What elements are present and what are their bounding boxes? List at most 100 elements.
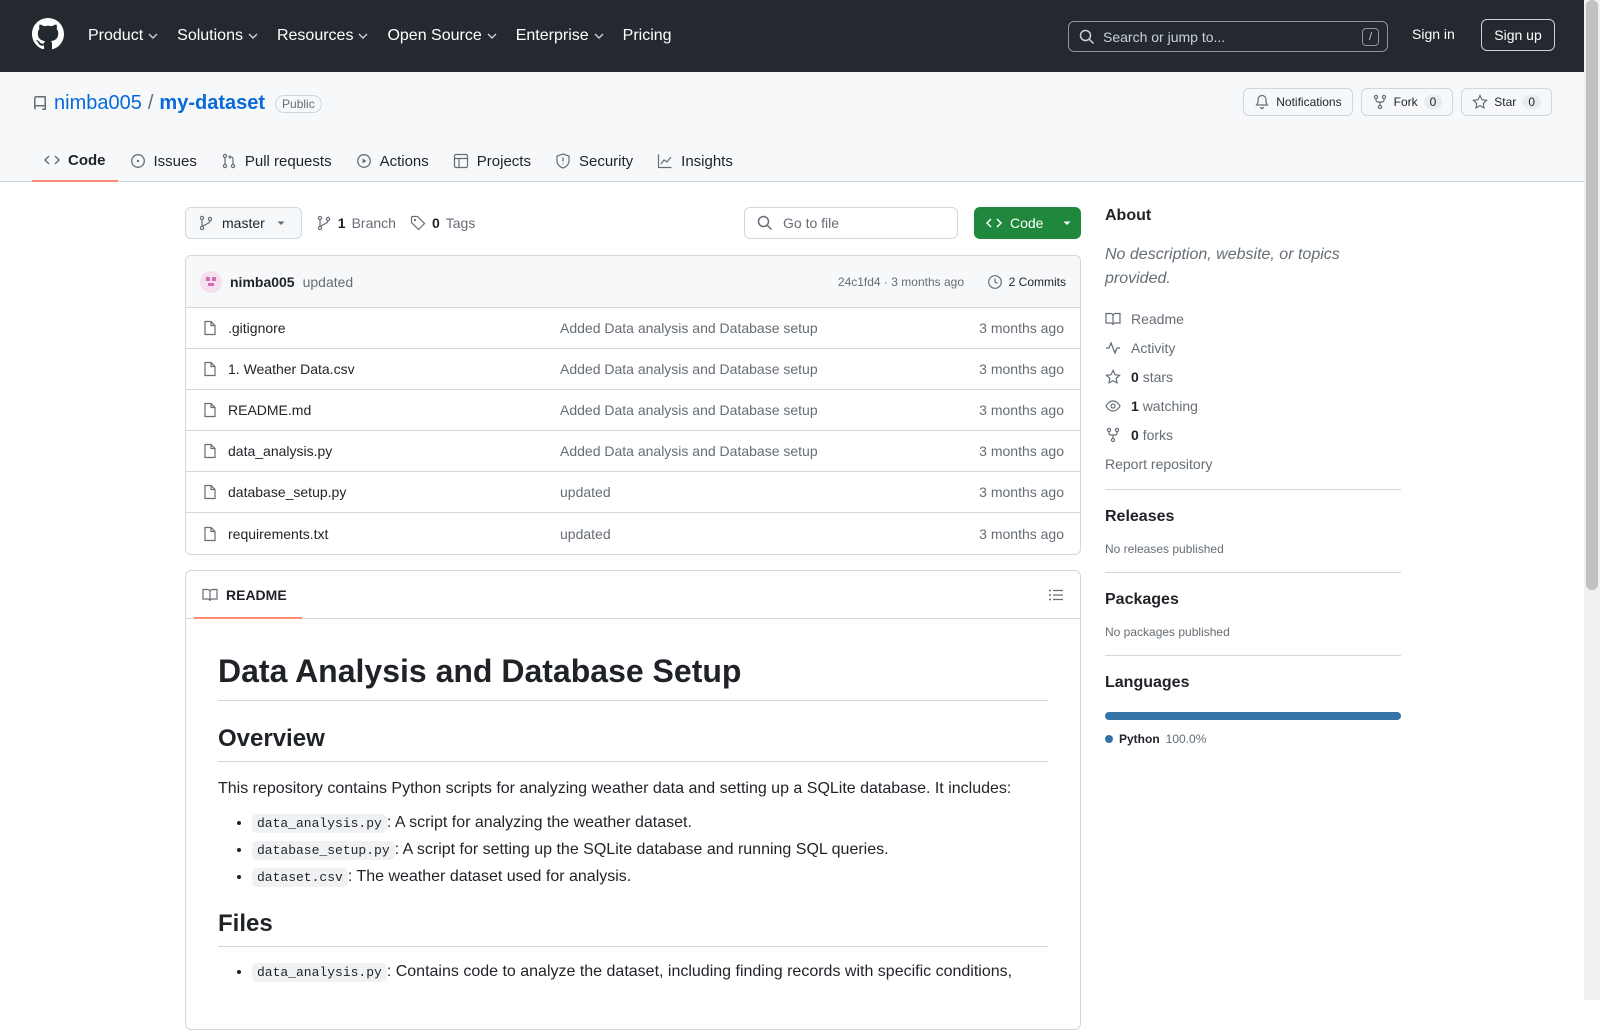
code-icon	[44, 155, 60, 165]
search-input[interactable]: Search or jump to... /	[1068, 21, 1388, 52]
file-name[interactable]: data_analysis.py	[228, 443, 332, 459]
divider	[1105, 655, 1401, 656]
github-logo-icon[interactable]	[32, 18, 64, 50]
go-to-file-input[interactable]: Go to file	[744, 207, 958, 239]
fork-button[interactable]: Fork 0	[1360, 88, 1454, 116]
chevron-down-icon	[487, 33, 497, 39]
nav-resources[interactable]: Resources	[277, 27, 369, 45]
file-name[interactable]: 1. Weather Data.csv	[228, 361, 355, 377]
file-commit-message[interactable]: Added Data analysis and Database setup	[560, 402, 818, 418]
commit-author[interactable]: nimba005	[230, 274, 295, 290]
file-name[interactable]: .gitignore	[228, 320, 286, 336]
nav-product[interactable]: Product	[88, 27, 159, 45]
chevron-down-icon	[248, 33, 258, 39]
file-commit-message[interactable]: updated	[560, 526, 611, 542]
branch-icon	[199, 215, 213, 231]
overview-heading: Overview	[218, 725, 1048, 762]
tab-issues[interactable]: Issues	[118, 140, 209, 182]
sidebar: About No description, website, or topics…	[1105, 207, 1401, 746]
about-description: No description, website, or topics provi…	[1105, 246, 1340, 287]
tab-pull-requests[interactable]: Pull requests	[209, 140, 344, 182]
fork-icon	[1373, 94, 1386, 110]
report-repository-link[interactable]: Report repository	[1105, 454, 1401, 473]
watching-link[interactable]: 1 watching	[1105, 396, 1401, 415]
play-icon	[356, 154, 371, 168]
outline-list-icon[interactable]	[1048, 587, 1064, 603]
chevron-down-icon	[358, 33, 368, 39]
tags-link[interactable]: 0 Tags	[410, 215, 475, 231]
repo-owner-link[interactable]: nimba005	[54, 92, 142, 115]
sign-in-link[interactable]: Sign in	[1412, 26, 1455, 42]
commits-link[interactable]: 2 Commits	[987, 274, 1066, 290]
nav-solutions[interactable]: Solutions	[177, 27, 259, 45]
repo-header: nimba005 / my-dataset Public Notificatio…	[0, 72, 1584, 182]
activity-link[interactable]: Activity	[1105, 338, 1401, 357]
fork-count: 0	[1423, 95, 1443, 109]
issue-icon	[130, 154, 145, 168]
file-commit-message[interactable]: updated	[560, 484, 611, 500]
main-nav: Product Solutions Resources Open Source …	[88, 0, 690, 72]
nav-enterprise[interactable]: Enterprise	[516, 27, 605, 45]
file-date: 3 months ago	[979, 361, 1064, 377]
latest-commit-bar: nimba005 updated 24c1fd4 · 3 months ago …	[186, 256, 1080, 308]
file-row[interactable]: README.md Added Data analysis and Databa…	[186, 390, 1080, 431]
releases-heading[interactable]: Releases	[1105, 508, 1401, 526]
sign-up-button[interactable]: Sign up	[1481, 19, 1555, 51]
file-icon	[204, 320, 216, 336]
file-icon	[204, 443, 216, 459]
file-date: 3 months ago	[979, 525, 1064, 542]
tab-code[interactable]: Code	[32, 140, 118, 182]
file-commit-message[interactable]: Added Data analysis and Database setup	[560, 361, 818, 377]
file-row[interactable]: 1. Weather Data.csv Added Data analysis …	[186, 349, 1080, 390]
file-name[interactable]: README.md	[228, 402, 311, 418]
top-nav-bar: Product Solutions Resources Open Source …	[0, 0, 1600, 72]
file-row[interactable]: data_analysis.py Added Data analysis and…	[186, 431, 1080, 472]
stars-link[interactable]: 0 stars	[1105, 367, 1401, 386]
nav-open-source[interactable]: Open Source	[387, 27, 497, 45]
tab-projects[interactable]: Projects	[441, 140, 543, 182]
scrollbar[interactable]	[1584, 0, 1600, 1000]
scrollbar-thumb[interactable]	[1586, 0, 1598, 590]
branch-select-button[interactable]: master	[185, 207, 302, 239]
file-commit-message[interactable]: Added Data analysis and Database setup	[560, 443, 818, 459]
list-item: database_setup.py: A script for setting …	[252, 841, 1048, 860]
repo-icon	[33, 95, 46, 110]
readme-link[interactable]: Readme	[1105, 309, 1401, 328]
search-placeholder: Search or jump to...	[1103, 28, 1226, 45]
file-icon	[204, 402, 216, 418]
file-icon	[204, 484, 216, 500]
file-row[interactable]: .gitignore Added Data analysis and Datab…	[186, 308, 1080, 349]
nav-pricing[interactable]: Pricing	[623, 27, 672, 45]
file-name[interactable]: requirements.txt	[228, 526, 328, 542]
star-button[interactable]: Star 0	[1461, 88, 1552, 116]
code-dropdown-button[interactable]: Code	[974, 207, 1081, 239]
packages-heading[interactable]: Packages	[1105, 591, 1401, 609]
pull-request-icon	[222, 153, 236, 169]
branches-link[interactable]: 1 Branch	[316, 215, 396, 231]
tab-insights[interactable]: Insights	[645, 140, 745, 182]
visibility-badge: Public	[275, 94, 322, 113]
chevron-down-icon	[148, 33, 158, 39]
language-bar	[1105, 712, 1401, 720]
file-list: nimba005 updated 24c1fd4 · 3 months ago …	[185, 255, 1081, 555]
language-entry[interactable]: Python 100.0%	[1105, 732, 1401, 746]
file-commit-message[interactable]: Added Data analysis and Database setup	[560, 320, 818, 336]
readme-tab[interactable]: README	[186, 571, 1080, 619]
commit-message[interactable]: updated	[303, 274, 354, 290]
file-name[interactable]: database_setup.py	[228, 484, 346, 500]
file-row[interactable]: requirements.txt updated 3 months ago	[186, 513, 1080, 554]
search-icon	[1079, 29, 1095, 44]
tab-security[interactable]: Security	[543, 140, 645, 182]
pulse-icon	[1106, 340, 1120, 355]
file-icon	[204, 361, 216, 377]
forks-link[interactable]: 0 forks	[1105, 425, 1401, 444]
notifications-button[interactable]: Notifications	[1243, 88, 1353, 116]
repo-name-link[interactable]: my-dataset	[159, 92, 265, 115]
readme-content: Data Analysis and Database Setup Overvie…	[186, 653, 1080, 982]
commit-sha-time[interactable]: 24c1fd4 · 3 months ago	[838, 275, 964, 289]
divider	[1105, 489, 1401, 490]
tab-actions[interactable]: Actions	[344, 140, 441, 182]
history-icon	[987, 274, 1002, 289]
file-row[interactable]: database_setup.py updated 3 months ago	[186, 472, 1080, 513]
avatar[interactable]	[200, 270, 222, 293]
